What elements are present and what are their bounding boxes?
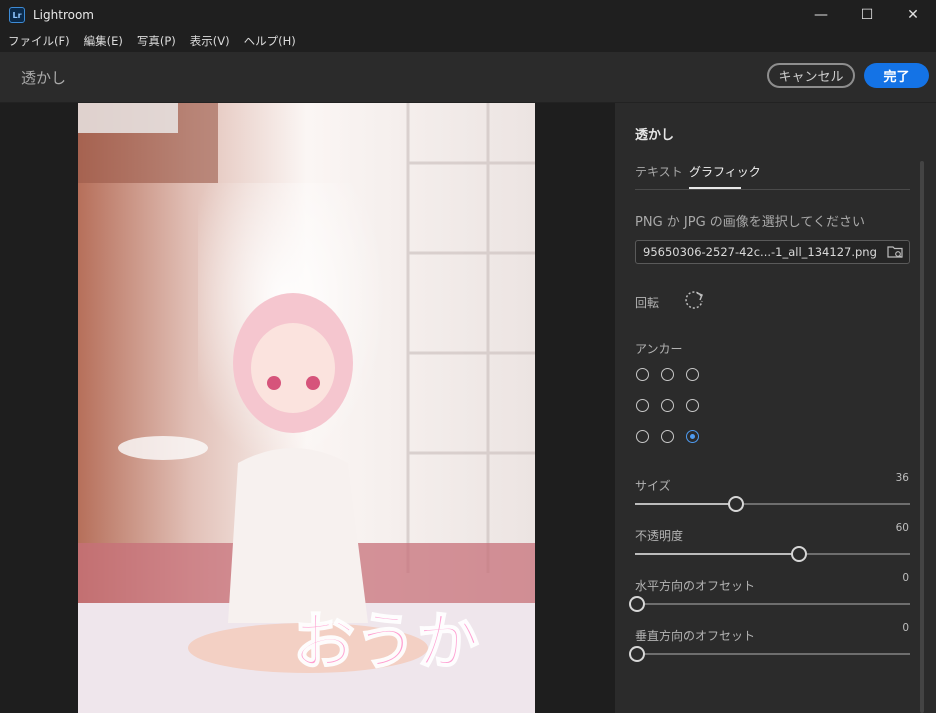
anchor-middle-left[interactable] <box>636 399 649 412</box>
h-offset-slider-track[interactable] <box>629 596 910 612</box>
title-bar: Lr Lightroom — ☐ ✕ <box>0 0 936 30</box>
menu-photo[interactable]: 写真(P) <box>137 33 176 49</box>
panel-title: 透かし <box>635 128 675 143</box>
size-slider-fill <box>635 503 734 505</box>
anchor-middle-center[interactable] <box>661 399 674 412</box>
done-button[interactable]: 完了 <box>864 63 929 88</box>
menu-bar: ファイル(F) 編集(E) 写真(P) 表示(V) ヘルプ(H) <box>0 30 936 52</box>
photo-preview: おうか <box>78 103 535 713</box>
anchor-label: アンカー <box>635 342 683 356</box>
preview-area: おうか <box>0 103 615 713</box>
page-title: 透かし <box>21 69 67 87</box>
h-offset-label: 水平方向のオフセット <box>635 579 756 593</box>
minimize-button[interactable]: — <box>798 0 844 30</box>
watermark-panel: 透かし テキスト グラフィック PNG か JPG の画像を選択してください 9… <box>615 103 936 713</box>
cancel-button[interactable]: キャンセル <box>767 63 855 88</box>
menu-view[interactable]: 表示(V) <box>190 33 230 49</box>
opacity-value: 60 <box>895 522 909 534</box>
opacity-slider-fill <box>635 553 798 555</box>
watermark-text: おうか <box>293 605 479 678</box>
lightroom-app-icon: Lr <box>9 7 25 23</box>
file-chooser-field[interactable]: 95650306-2527-42c...-1_all_134127.png <box>635 240 910 264</box>
maximize-icon: ☐ <box>860 7 874 23</box>
anchor-bottom-right[interactable] <box>686 430 699 443</box>
v-offset-slider-thumb[interactable] <box>629 646 645 662</box>
size-label: サイズ <box>635 479 671 493</box>
h-offset-slider-thumb[interactable] <box>629 596 645 612</box>
menu-file[interactable]: ファイル(F) <box>8 33 70 49</box>
anchor-top-left[interactable] <box>636 368 649 381</box>
opacity-slider-thumb[interactable] <box>791 546 808 562</box>
menu-edit[interactable]: 編集(E) <box>84 33 123 49</box>
dialog-header: 透かし キャンセル 完了 <box>0 52 936 103</box>
opacity-label: 不透明度 <box>635 529 684 543</box>
anchor-top-center[interactable] <box>661 368 674 381</box>
close-icon: ✕ <box>907 7 919 23</box>
anchor-middle-right[interactable] <box>686 399 699 412</box>
opacity-slider-track[interactable] <box>635 546 910 562</box>
size-slider-track[interactable] <box>635 496 910 512</box>
file-prompt: PNG か JPG の画像を選択してください <box>635 215 866 230</box>
panel-scrollbar[interactable] <box>920 161 924 713</box>
v-offset-label: 垂直方向のオフセット <box>635 629 756 643</box>
active-tab-indicator <box>689 187 741 189</box>
anchor-bottom-center[interactable] <box>661 430 674 443</box>
watermark-tabs: テキスト グラフィック <box>635 161 910 190</box>
tab-graphic[interactable]: グラフィック <box>689 163 761 180</box>
close-button[interactable]: ✕ <box>890 0 936 30</box>
size-value: 36 <box>895 472 909 484</box>
file-name: 95650306-2527-42c...-1_all_134127.png <box>643 245 877 259</box>
anchor-top-right[interactable] <box>686 368 699 381</box>
minimize-icon: — <box>814 7 828 23</box>
v-offset-slider-track[interactable] <box>629 646 910 662</box>
rotate-label: 回転 <box>635 296 660 310</box>
menu-help[interactable]: ヘルプ(H) <box>244 33 296 49</box>
h-offset-value: 0 <box>902 572 909 584</box>
size-slider-thumb[interactable] <box>728 496 744 512</box>
tab-text[interactable]: テキスト <box>635 163 683 180</box>
v-offset-value: 0 <box>902 622 909 634</box>
maximize-button[interactable]: ☐ <box>844 0 890 30</box>
window-title: Lightroom <box>33 8 94 22</box>
photo-illustration: おうか <box>78 103 535 713</box>
folder-search-icon[interactable] <box>887 245 903 259</box>
rotate-icon[interactable] <box>683 289 705 311</box>
anchor-bottom-left[interactable] <box>636 430 649 443</box>
